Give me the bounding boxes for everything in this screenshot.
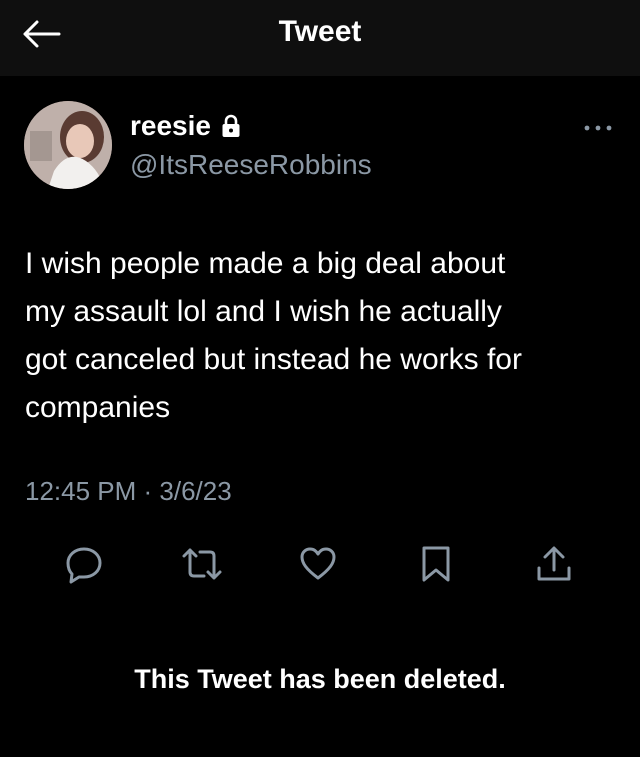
retweet-icon [182, 548, 222, 580]
tweet-timestamp[interactable]: 12:45 PM · 3/6/23 [25, 476, 232, 507]
page-title: Tweet [278, 15, 362, 48]
top-bar: Tweet [0, 0, 640, 76]
action-bar [0, 540, 640, 588]
more-options-button[interactable] [580, 118, 616, 138]
avatar-image [24, 101, 112, 189]
author-block: reesie @ItsReeseRobbins [130, 110, 372, 181]
bookmark-button[interactable] [412, 540, 460, 588]
more-dots-icon [584, 125, 612, 131]
display-name-text: reesie [130, 110, 211, 141]
author-handle[interactable]: @ItsReeseRobbins [130, 149, 372, 181]
reply-icon [66, 547, 102, 584]
like-button[interactable] [294, 540, 342, 588]
retweet-button[interactable] [178, 540, 226, 588]
bookmark-icon [422, 546, 450, 582]
heart-icon [300, 547, 336, 580]
lock-icon [222, 114, 240, 137]
author-display-name[interactable]: reesie [130, 110, 372, 142]
avatar[interactable] [24, 101, 112, 189]
share-icon [537, 546, 571, 581]
tweet-text: I wish people made a big deal about my a… [25, 247, 522, 424]
deleted-notice: This Tweet has been deleted. [134, 664, 506, 694]
share-button[interactable] [530, 540, 578, 588]
reply-button[interactable] [60, 540, 108, 588]
